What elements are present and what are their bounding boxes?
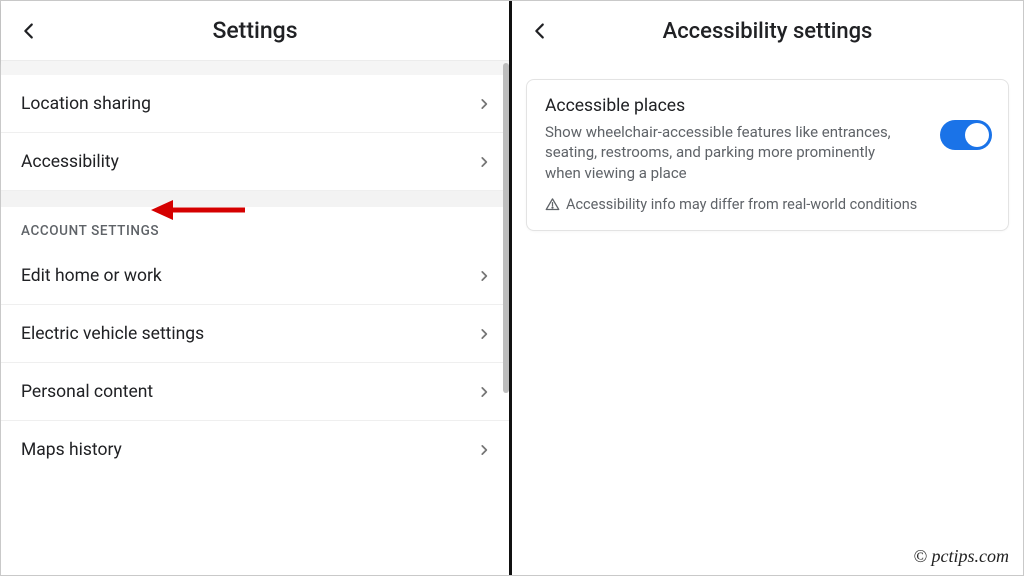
row-label: Electric vehicle settings bbox=[21, 324, 204, 344]
accessibility-body: Accessible places Show wheelchair-access… bbox=[512, 61, 1023, 249]
settings-pane: Settings Location sharing Accessibility bbox=[1, 1, 512, 575]
row-maps-history[interactable]: Maps history bbox=[1, 421, 509, 479]
back-button[interactable] bbox=[516, 7, 564, 55]
chevron-right-icon bbox=[477, 155, 491, 169]
chevron-left-icon bbox=[529, 20, 551, 42]
row-accessibility[interactable]: Accessibility bbox=[1, 133, 509, 191]
accessible-places-toggle[interactable] bbox=[940, 120, 992, 150]
settings-header: Settings bbox=[1, 1, 509, 61]
scroll-gap bbox=[1, 61, 509, 75]
row-label: Edit home or work bbox=[21, 266, 162, 286]
chevron-right-icon bbox=[477, 385, 491, 399]
chevron-right-icon bbox=[477, 327, 491, 341]
chevron-right-icon bbox=[477, 269, 491, 283]
chevron-left-icon bbox=[18, 20, 40, 42]
card-warning: Accessibility info may differ from real-… bbox=[545, 195, 926, 215]
chevron-right-icon bbox=[477, 443, 491, 457]
row-label: Personal content bbox=[21, 382, 153, 402]
row-location-sharing[interactable]: Location sharing bbox=[1, 75, 509, 133]
chevron-right-icon bbox=[477, 97, 491, 111]
card-description: Show wheelchair-accessible features like… bbox=[545, 122, 905, 183]
row-label: Maps history bbox=[21, 440, 122, 460]
toggle-knob bbox=[965, 123, 989, 147]
watermark: © pctips.com bbox=[913, 546, 1009, 567]
row-ev-settings[interactable]: Electric vehicle settings bbox=[1, 305, 509, 363]
settings-title: Settings bbox=[1, 17, 509, 44]
section-header-account: ACCOUNT SETTINGS bbox=[1, 207, 509, 247]
row-personal-content[interactable]: Personal content bbox=[1, 363, 509, 421]
back-button[interactable] bbox=[5, 7, 53, 55]
comparison-frame: Settings Location sharing Accessibility bbox=[0, 0, 1024, 576]
card-warning-text: Accessibility info may differ from real-… bbox=[566, 195, 917, 215]
accessibility-title: Accessibility settings bbox=[512, 19, 1023, 44]
accessibility-header: Accessibility settings bbox=[512, 1, 1023, 61]
settings-scroll: Location sharing Accessibility ACCOUNT S… bbox=[1, 61, 509, 575]
row-edit-home-work[interactable]: Edit home or work bbox=[1, 247, 509, 305]
card-title: Accessible places bbox=[545, 96, 926, 116]
warning-icon bbox=[545, 197, 560, 212]
scrollbar-thumb[interactable] bbox=[503, 63, 509, 393]
accessibility-pane: Accessibility settings Accessible places… bbox=[512, 1, 1023, 575]
scrollbar[interactable] bbox=[503, 63, 509, 393]
row-label: Accessibility bbox=[21, 152, 119, 172]
row-label: Location sharing bbox=[21, 94, 151, 114]
section-gap bbox=[1, 191, 509, 207]
accessible-places-card: Accessible places Show wheelchair-access… bbox=[526, 79, 1009, 231]
